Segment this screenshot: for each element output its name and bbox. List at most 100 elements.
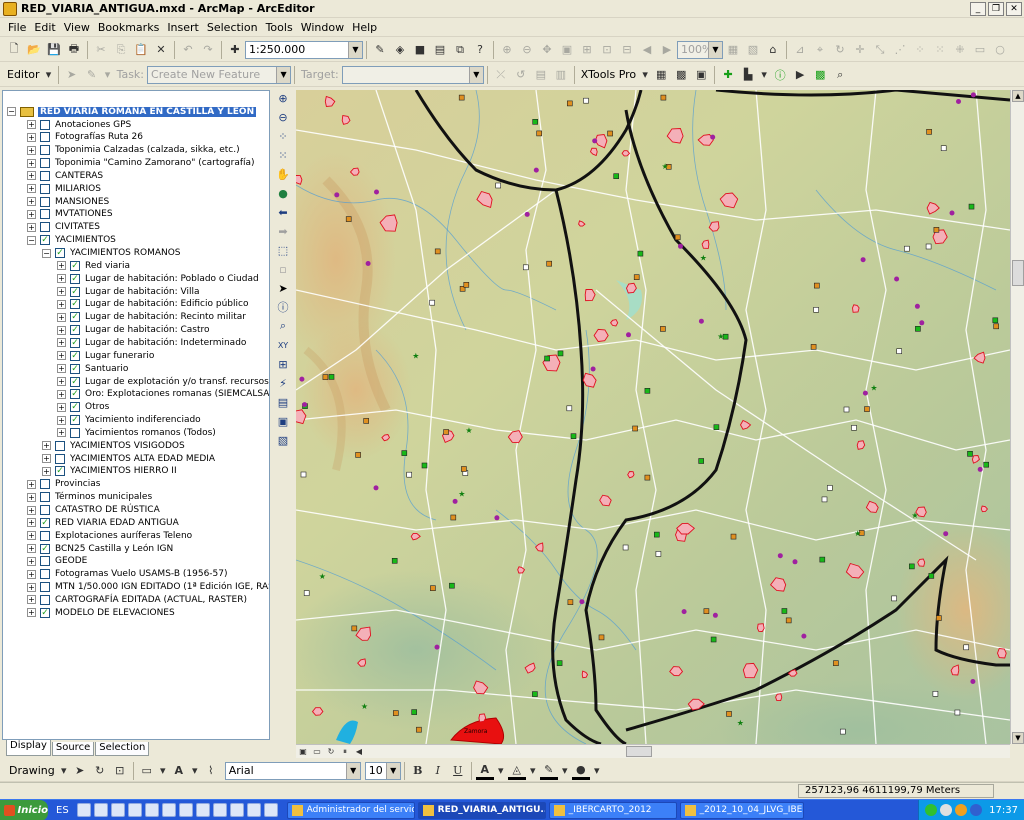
layer-visibility-checkbox[interactable] bbox=[40, 119, 50, 130]
toc-layer-row[interactable]: + ✓ Oro: Explotaciones romanas (SIEMCALSA,… bbox=[3, 388, 269, 401]
toc-layer-row[interactable]: + CATASTRO DE RÚSTICA bbox=[3, 504, 269, 517]
layer-visibility-checkbox[interactable]: ✓ bbox=[70, 350, 80, 361]
layout-view-icon[interactable]: ▭ bbox=[310, 746, 324, 758]
expand-toggle[interactable]: + bbox=[42, 441, 51, 451]
expand-toggle[interactable]: + bbox=[57, 389, 66, 399]
expand-toggle[interactable]: + bbox=[27, 120, 36, 129]
georef-scale-icon[interactable]: ⤡ bbox=[871, 41, 889, 59]
font-size-combo[interactable]: 10 ▼ bbox=[364, 761, 401, 780]
line-color-icon[interactable]: ✎ bbox=[539, 762, 558, 780]
arctoolbox-icon[interactable]: ■ bbox=[411, 41, 429, 59]
menu-insert[interactable]: Insert bbox=[163, 21, 203, 34]
layer-visibility-checkbox[interactable] bbox=[40, 569, 50, 580]
start-button[interactable]: Inicio bbox=[0, 799, 48, 820]
layout-zoom-in-icon[interactable]: ⊕ bbox=[498, 41, 516, 59]
toc-layer-row[interactable]: + Toponimia Calzadas (calzada, sikka, etc… bbox=[3, 144, 269, 157]
expand-toggle[interactable]: + bbox=[57, 377, 66, 386]
layer-visibility-checkbox[interactable] bbox=[40, 479, 50, 490]
quicklaunch-folder-icon[interactable] bbox=[195, 803, 210, 817]
split-tool-icon[interactable]: ⤫ bbox=[492, 66, 510, 84]
toc-layer-row[interactable]: + YACIMIENTOS VISIGODOS bbox=[3, 439, 269, 452]
whats-this-icon[interactable]: ? bbox=[471, 41, 489, 59]
layer-visibility-checkbox[interactable] bbox=[40, 158, 50, 169]
toc-layer-row[interactable]: + ✓ Lugar de habitación: Indeterminado bbox=[3, 336, 269, 349]
toggle-draft-icon[interactable]: ▦ bbox=[724, 41, 742, 59]
fixed-zoom-out-icon[interactable]: ⊟ bbox=[618, 41, 636, 59]
find-binoculars-icon[interactable]: ⌕ bbox=[274, 317, 292, 335]
quicklaunch-word-icon[interactable] bbox=[161, 803, 176, 817]
full-extent-globe-icon[interactable]: ● bbox=[274, 185, 292, 203]
toc-layer-row[interactable]: + ✓ Lugar de explotación y/o transf. recur… bbox=[3, 375, 269, 388]
layer-visibility-checkbox[interactable]: ✓ bbox=[70, 260, 80, 271]
layer-visibility-checkbox[interactable] bbox=[40, 556, 50, 567]
layer-visibility-checkbox[interactable]: ✓ bbox=[40, 517, 50, 528]
sketch-properties-icon[interactable]: ▥ bbox=[552, 66, 570, 84]
chevron-down-icon[interactable]: ▾ bbox=[592, 762, 602, 780]
toc-layer-row[interactable]: + ✓ Lugar de habitación: Edificio público bbox=[3, 298, 269, 311]
expand-toggle[interactable]: + bbox=[27, 595, 36, 605]
fixed-zoom-in-icon[interactable]: ⁘ bbox=[274, 128, 292, 146]
toc-layer-row[interactable]: + Fotografías Ruta 26 bbox=[3, 131, 269, 144]
clear-selection-icon[interactable]: ▫ bbox=[274, 261, 292, 279]
expand-toggle[interactable]: + bbox=[42, 454, 51, 464]
toc-layer-row[interactable]: + ✓ Red viaria bbox=[3, 259, 269, 272]
layer-visibility-checkbox[interactable] bbox=[40, 594, 50, 605]
xtools-table-icon[interactable]: ▦ bbox=[652, 66, 670, 84]
layer-visibility-checkbox[interactable] bbox=[40, 170, 50, 181]
update-icon[interactable] bbox=[955, 804, 968, 816]
toc-layer-row[interactable]: + ✓ MODELO DE ELEVACIONES bbox=[3, 606, 269, 619]
layer-visibility-checkbox[interactable] bbox=[40, 209, 50, 220]
expand-toggle[interactable]: + bbox=[57, 274, 66, 284]
info-icon[interactable]: ⓘ bbox=[771, 66, 789, 84]
toc-layer-row[interactable]: + ✓ Lugar de habitación: Castro bbox=[3, 324, 269, 337]
toc-layer-row[interactable]: + ✓ YACIMIENTOS HIERRO II bbox=[3, 465, 269, 478]
layer-visibility-checkbox[interactable]: ✓ bbox=[70, 415, 80, 426]
toc-layer-row[interactable]: + ✓ Santuario bbox=[3, 362, 269, 375]
toc-layer-row[interactable]: + MANSIONES bbox=[3, 195, 269, 208]
zoom-whole-page-icon[interactable]: ▣ bbox=[558, 41, 576, 59]
map-horizontal-scrollbar[interactable]: ▣ ▭ ↻ ⏸ ◀ bbox=[296, 744, 1010, 758]
back-extent-icon[interactable]: ◀ bbox=[638, 41, 656, 59]
layer-visibility-checkbox[interactable] bbox=[40, 196, 50, 207]
focus-frame-icon[interactable]: ▧ bbox=[744, 41, 762, 59]
language-indicator[interactable]: ES bbox=[56, 805, 69, 816]
paste-icon[interactable]: 📋 bbox=[132, 41, 150, 59]
expand-toggle[interactable]: + bbox=[57, 338, 66, 348]
delete-icon[interactable]: ✕ bbox=[152, 41, 170, 59]
security-icon[interactable] bbox=[940, 804, 953, 816]
minimize-button[interactable]: _ bbox=[970, 1, 986, 16]
expand-toggle[interactable]: + bbox=[27, 171, 36, 181]
georef-tool-icon[interactable]: ⊿ bbox=[791, 41, 809, 59]
xtools-select-icon[interactable]: ▣ bbox=[692, 66, 710, 84]
scroll-left-icon[interactable]: ◀ bbox=[352, 746, 366, 758]
collapse-toggle[interactable]: − bbox=[7, 107, 16, 116]
rectangle-tool-icon[interactable]: ▭ bbox=[971, 41, 989, 59]
create-viewer-icon[interactable]: ▧ bbox=[274, 431, 292, 449]
georef-table-icon[interactable]: ⋰ bbox=[891, 41, 909, 59]
xtools-pro-menu[interactable]: XTools Pro bbox=[581, 68, 636, 81]
undo-icon[interactable]: ↶ bbox=[179, 41, 197, 59]
cut-icon[interactable]: ✂ bbox=[92, 41, 110, 59]
menu-window[interactable]: Window bbox=[297, 21, 348, 34]
expand-toggle[interactable]: + bbox=[27, 197, 36, 207]
toc-layer-row[interactable]: + MVTATIONES bbox=[3, 208, 269, 221]
expand-toggle[interactable]: + bbox=[27, 184, 36, 194]
chevron-down-icon[interactable]: ▾ bbox=[103, 66, 113, 84]
layer-visibility-checkbox[interactable]: ✓ bbox=[70, 299, 80, 310]
collapse-toggle[interactable]: − bbox=[42, 248, 51, 258]
measure-icon[interactable]: ⊞ bbox=[274, 355, 292, 373]
toc-layer-row[interactable]: + ✓ RED VIARIA EDAD ANTIGUA bbox=[3, 516, 269, 529]
identify-icon[interactable]: ⓘ bbox=[274, 298, 292, 316]
quicklaunch-globe-icon[interactable] bbox=[229, 803, 244, 817]
menu-edit[interactable]: Edit bbox=[30, 21, 59, 34]
layer-visibility-checkbox[interactable]: ✓ bbox=[70, 273, 80, 284]
chevron-down-icon[interactable]: ▼ bbox=[276, 66, 291, 83]
expand-toggle[interactable]: + bbox=[57, 261, 66, 271]
rectangle-icon[interactable]: ▭ bbox=[138, 762, 156, 780]
attributes-icon[interactable]: ▤ bbox=[532, 66, 550, 84]
layer-visibility-checkbox[interactable]: ✓ bbox=[70, 312, 80, 323]
layer-visibility-checkbox[interactable]: ✓ bbox=[55, 466, 65, 477]
open-folder-icon[interactable]: 📂 bbox=[25, 41, 43, 59]
expand-toggle[interactable]: + bbox=[27, 145, 36, 155]
expand-toggle[interactable]: + bbox=[27, 209, 36, 219]
